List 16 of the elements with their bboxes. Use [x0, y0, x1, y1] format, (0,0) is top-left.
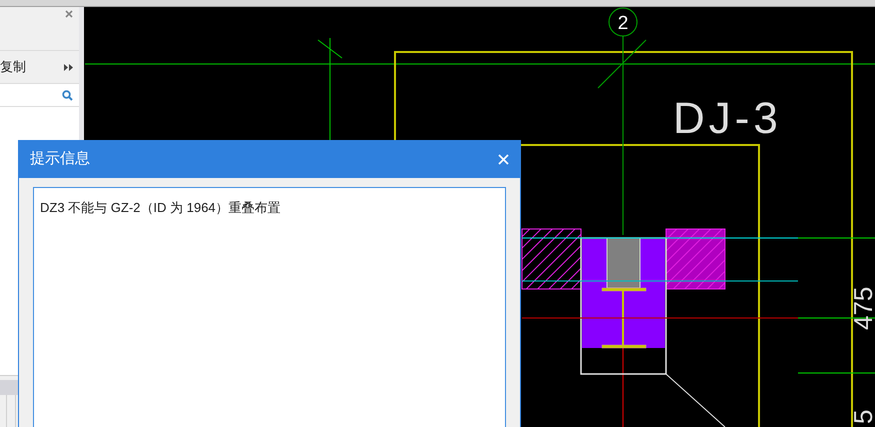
- dimension-text: 5: [848, 410, 875, 424]
- i-beam-drawing: [602, 288, 646, 348]
- expand-icon[interactable]: [64, 64, 73, 70]
- dimension-text: 475: [848, 286, 875, 330]
- dialog-title: 提示信息: [30, 149, 90, 170]
- steel-plate: [606, 238, 640, 288]
- search-icon[interactable]: [62, 90, 73, 100]
- toolbar-label[interactable]: 复制: [0, 57, 26, 77]
- diagonal-edge-line: [666, 374, 726, 427]
- foundation-label: DJ-3: [673, 94, 782, 143]
- tick-mark: [598, 40, 646, 88]
- close-icon[interactable]: [65, 10, 73, 18]
- message-text: DZ3 不能与 GZ-2（ID 为 1964）重叠布置: [40, 200, 281, 215]
- hatched-block: [522, 228, 582, 290]
- search-field[interactable]: [0, 84, 79, 107]
- axis-bubble: 2: [608, 8, 638, 36]
